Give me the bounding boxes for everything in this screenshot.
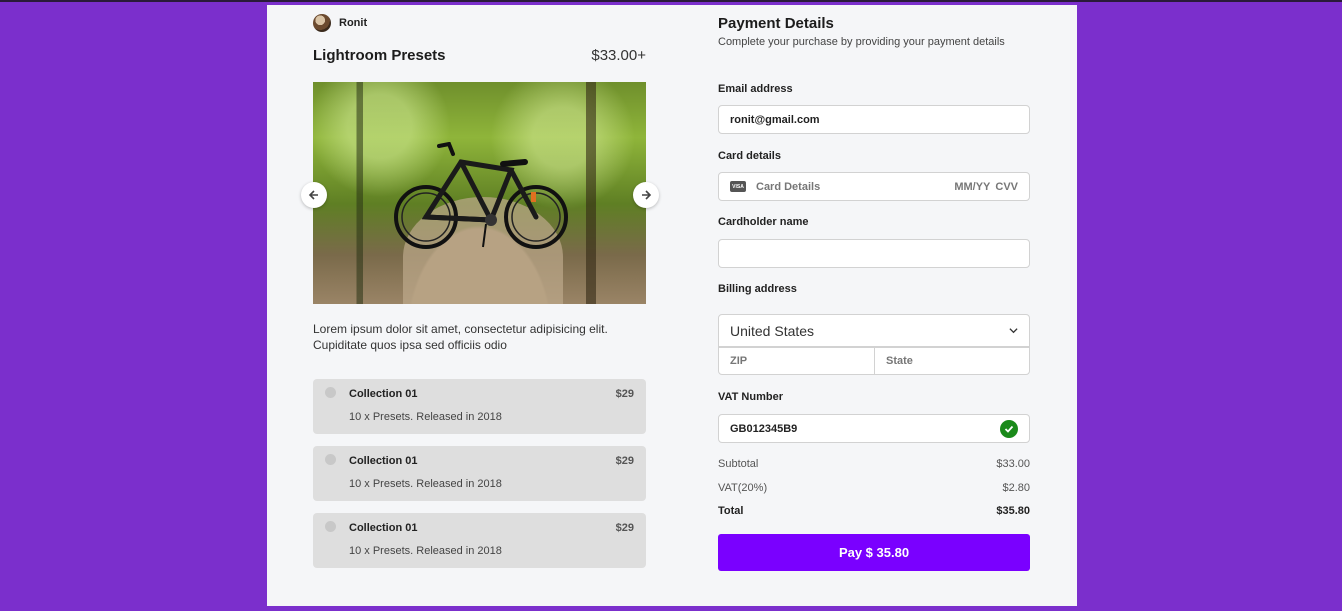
subtotal-label: Subtotal (718, 458, 759, 470)
collection-subtitle: 10 x Presets. Released in 2018 (349, 545, 502, 557)
vat-summary-value: $2.80 (1002, 482, 1030, 494)
total-label: Total (718, 505, 744, 517)
card-number-area: VISA Card Details (730, 181, 820, 193)
card-label: Card details (718, 150, 781, 162)
visa-card-icon: VISA (730, 181, 746, 192)
country-value: United States (730, 322, 815, 339)
collection-list: Collection 01 10 x Presets. Released in … (313, 379, 646, 580)
vat-label: VAT Number (718, 391, 783, 403)
total-row: Total $35.80 (718, 505, 1030, 517)
email-field-wrapper (718, 105, 1030, 134)
card-cvv-placeholder: CVV (995, 180, 1018, 193)
subtotal-value: $33.00 (996, 458, 1030, 470)
carousel-next-button[interactable] (633, 182, 659, 208)
state-field[interactable]: State (874, 347, 1030, 375)
collection-title: Collection 01 (349, 455, 418, 467)
email-label: Email address (718, 83, 793, 95)
pay-button[interactable]: Pay $ 35.80 (718, 534, 1030, 571)
radio-button[interactable] (325, 387, 336, 398)
product-header: Lightroom Presets $33.00+ (313, 47, 646, 64)
card-expiry-placeholder: MM/YY (954, 180, 991, 193)
collection-subtitle: 10 x Presets. Released in 2018 (349, 411, 502, 423)
top-border (0, 0, 1342, 2)
vat-field-wrapper (718, 414, 1030, 443)
collection-title: Collection 01 (349, 522, 418, 534)
vat-row: VAT(20%) $2.80 (718, 482, 1030, 494)
collection-option[interactable]: Collection 01 10 x Presets. Released in … (313, 446, 646, 501)
vat-number-field[interactable] (730, 422, 1000, 435)
collection-price: $29 (615, 388, 634, 400)
collection-title: Collection 01 (349, 388, 418, 400)
total-value: $35.80 (996, 505, 1030, 517)
cardholder-field-wrapper (718, 239, 1030, 268)
collection-option[interactable]: Collection 01 10 x Presets. Released in … (313, 379, 646, 434)
seller-info[interactable]: Ronit (313, 14, 367, 32)
collection-price: $29 (615, 455, 634, 467)
product-description: Lorem ipsum dolor sit amet, consectetur … (313, 322, 608, 352)
product-image-carousel[interactable] (313, 82, 646, 304)
country-select[interactable]: United States (718, 314, 1030, 347)
cardholder-label: Cardholder name (718, 216, 809, 228)
card-expiry-cvv: MM/YY CVV (954, 181, 1018, 193)
collection-price: $29 (615, 522, 634, 534)
vat-summary-label: VAT(20%) (718, 482, 768, 494)
payment-title: Payment Details (718, 15, 834, 32)
cardholder-name-field[interactable] (730, 247, 1018, 260)
chevron-down-icon (1009, 328, 1018, 334)
subtotal-row: Subtotal $33.00 (718, 458, 1030, 470)
product-title: Lightroom Presets (313, 47, 446, 64)
email-field[interactable] (730, 113, 1018, 126)
billing-label: Billing address (718, 283, 797, 295)
zip-field[interactable]: ZIP (718, 347, 875, 375)
checkout-card: Ronit Lightroom Presets $33.00+ Lorem ip… (267, 5, 1077, 606)
check-icon (1000, 419, 1018, 438)
bicycle-image (394, 142, 568, 249)
collection-option[interactable]: Collection 01 10 x Presets. Released in … (313, 513, 646, 568)
card-number-placeholder: Card Details (756, 180, 821, 193)
radio-button[interactable] (325, 521, 336, 532)
avatar (313, 14, 331, 32)
arrow-left-icon (308, 190, 318, 200)
collection-subtitle: 10 x Presets. Released in 2018 (349, 478, 502, 490)
seller-name: Ronit (339, 17, 368, 29)
radio-button[interactable] (325, 454, 336, 465)
carousel-prev-button[interactable] (301, 182, 327, 208)
product-price: $33.00+ (591, 47, 646, 64)
arrow-right-icon (642, 190, 652, 200)
payment-subtitle: Complete your purchase by providing your… (718, 36, 1005, 48)
card-details-field[interactable]: VISA Card Details MM/YY CVV (718, 172, 1030, 201)
